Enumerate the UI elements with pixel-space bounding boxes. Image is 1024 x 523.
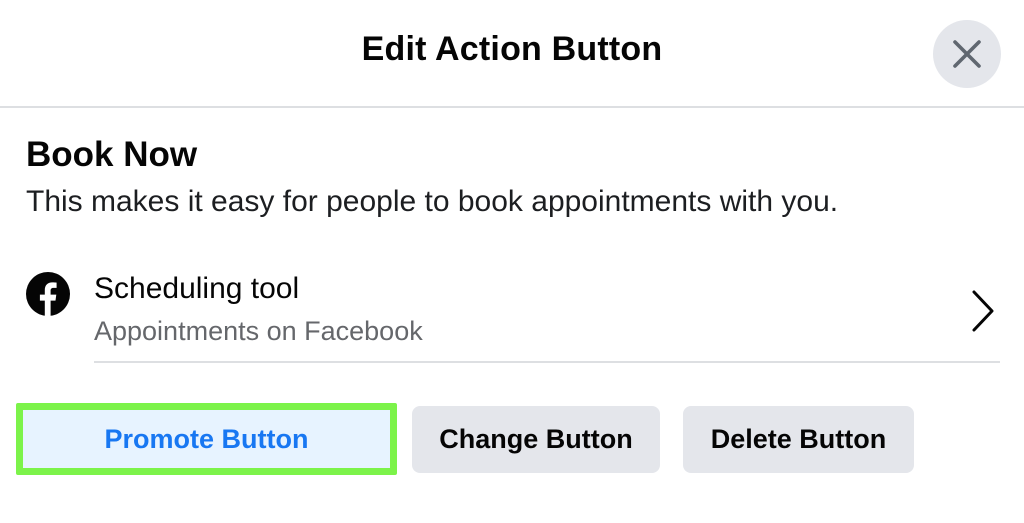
action-description: This makes it easy for people to book ap…: [26, 185, 839, 218]
action-title: Book Now: [26, 135, 198, 174]
promote-button[interactable]: Promote Button: [16, 403, 397, 475]
divider: [94, 361, 1000, 363]
close-button[interactable]: [933, 20, 1001, 88]
close-icon: [953, 40, 981, 68]
dialog-header: Edit Action Button: [0, 0, 1024, 108]
dialog-title: Edit Action Button: [361, 30, 663, 68]
tool-name: Scheduling tool: [94, 272, 300, 305]
facebook-icon: [26, 272, 70, 316]
delete-button[interactable]: Delete Button: [683, 406, 914, 473]
chevron-right-icon: [972, 290, 994, 332]
change-button[interactable]: Change Button: [412, 406, 660, 473]
tool-subtitle: Appointments on Facebook: [94, 316, 423, 346]
scheduling-tool-row[interactable]: Scheduling tool Appointments on Facebook: [0, 258, 1024, 364]
